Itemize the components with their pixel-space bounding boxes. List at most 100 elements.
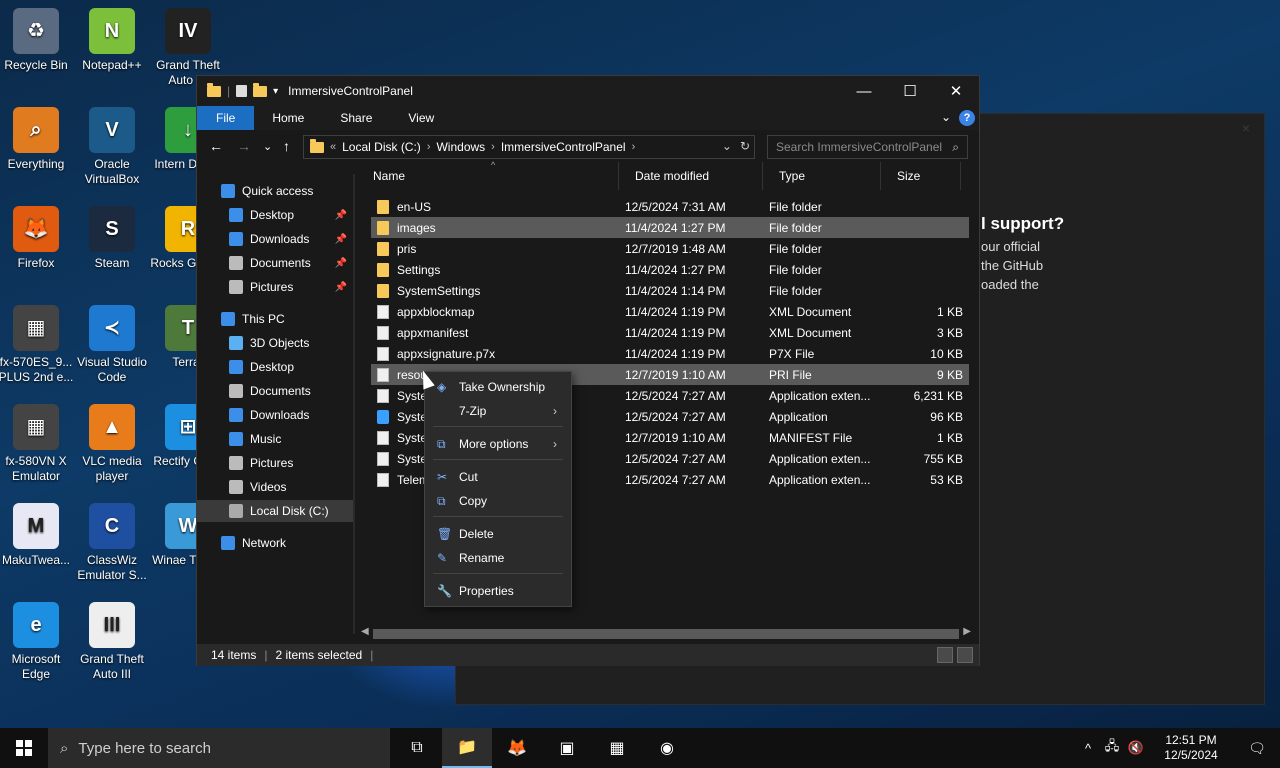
title-bar[interactable]: | ▾ ImmersiveControlPanel — ☐ ✕ [197, 76, 979, 106]
desktop-icon-vlc-media-player[interactable]: ▲ VLC media player [74, 400, 150, 484]
file-row[interactable]: appxblockmap 11/4/2024 1:19 PM XML Documen… [371, 301, 969, 322]
nav-item-pictures[interactable]: Pictures 📌 [197, 276, 353, 298]
horizontal-scrollbar[interactable]: ◀ ▶ [359, 626, 975, 642]
tab-share[interactable]: Share [322, 106, 390, 130]
nav-item-downloads[interactable]: Downloads [197, 404, 353, 426]
desktop-icon-everything[interactable]: ⌕ Everything [0, 103, 74, 172]
taskbar-classwiz-icon[interactable]: ▦ [592, 728, 642, 768]
pin-icon[interactable]: 📌 [335, 258, 347, 269]
menu-item-7-zip[interactable]: 7-Zip › [425, 400, 571, 422]
refresh-icon[interactable]: ↻ [740, 139, 750, 153]
desktop-icon-visual-studio-code[interactable]: ≺ Visual Studio Code [74, 301, 150, 385]
desktop-icon-grand-theft-auto-iii[interactable]: III Grand Theft Auto III [74, 598, 150, 682]
file-explorer-window[interactable]: | ▾ ImmersiveControlPanel — ☐ ✕ File Hom… [196, 75, 980, 666]
menu-item-cut[interactable]: ✂ Cut [425, 466, 571, 488]
pin-icon[interactable]: 📌 [335, 234, 347, 245]
quick-access-dropdown-icon[interactable]: ▾ [273, 86, 278, 97]
desktop-icon-microsoft-edge[interactable]: e Microsoft Edge [0, 598, 74, 682]
file-row[interactable]: appxmanifest 11/4/2024 1:19 PM XML Documen… [371, 322, 969, 343]
details-view-button[interactable] [937, 647, 953, 663]
properties-check-icon[interactable] [236, 85, 248, 97]
column-header-size[interactable]: Size [881, 162, 961, 190]
taskbar-task-view-icon[interactable]: ⧉ [392, 728, 442, 768]
minimize-button[interactable]: — [841, 76, 887, 106]
taskbar-search-box[interactable]: ⌕ Type here to search [48, 728, 390, 768]
recent-locations-button[interactable]: ⌄ [263, 140, 272, 153]
desktop-icon-fx-580vn-x-emulator[interactable]: ▦ fx-580VN X Emulator [0, 400, 74, 484]
menu-item-rename[interactable]: ✎ Rename [425, 547, 571, 569]
background-close-icon[interactable]: × [1242, 120, 1250, 136]
forward-button[interactable]: → [237, 138, 251, 154]
desktop-icon-recycle-bin[interactable]: ♻ Recycle Bin [0, 4, 74, 73]
nav-item-this-pc[interactable]: This PC [197, 308, 353, 330]
taskbar-file-explorer-icon[interactable]: 📁 [442, 728, 492, 768]
nav-item-3d-objects[interactable]: 3D Objects [197, 332, 353, 354]
show-hidden-icons-icon[interactable]: ^ [1076, 741, 1100, 756]
desktop-icon-steam[interactable]: S Steam [74, 202, 150, 271]
column-header-type[interactable]: Type [763, 162, 881, 190]
nav-item-documents[interactable]: Documents [197, 380, 353, 402]
nav-item-desktop[interactable]: Desktop [197, 356, 353, 378]
file-row[interactable]: Settings 11/4/2024 1:27 PM File folder [371, 259, 969, 280]
file-row[interactable]: SystemSettings 11/4/2024 1:14 PM File fold… [371, 280, 969, 301]
breadcrumb-immersivecontrolpanel[interactable]: ImmersiveControlPanel [501, 140, 626, 154]
desktop-icon-oracle-virtualbox[interactable]: V Oracle VirtualBox [74, 103, 150, 187]
desktop-icon-classwiz-emulator-s[interactable]: C ClassWiz Emulator S... [74, 499, 150, 583]
new-folder-icon[interactable] [253, 82, 268, 97]
notifications-icon[interactable]: 🗨 [1234, 740, 1280, 757]
menu-item-delete[interactable]: 🗑 Delete [425, 523, 571, 545]
back-button[interactable]: ← [209, 138, 223, 154]
column-header-date[interactable]: Date modified [619, 162, 763, 190]
breadcrumb-windows[interactable]: Windows [436, 140, 485, 154]
column-header-name[interactable]: Name [357, 162, 619, 190]
tab-home[interactable]: Home [254, 106, 322, 130]
file-row[interactable]: appxsignature.p7x 11/4/2024 1:19 PM P7X Fi… [371, 343, 969, 364]
menu-item-copy[interactable]: ⧉ Copy [425, 490, 571, 512]
ribbon-expand-icon[interactable]: ⌄ [941, 110, 951, 124]
address-bar[interactable]: « Local Disk (C:) › Windows › ImmersiveC… [303, 135, 755, 159]
breadcrumb-separator-icon[interactable]: › [632, 141, 636, 153]
breadcrumb-overflow[interactable]: « [330, 141, 336, 153]
volume-muted-icon[interactable]: 🔇 [1124, 740, 1148, 756]
nav-item-network[interactable]: Network [197, 532, 353, 554]
tab-view[interactable]: View [390, 106, 452, 130]
desktop-icon-notepad[interactable]: N Notepad++ [74, 4, 150, 73]
taskbar-winaero-icon[interactable]: ◉ [642, 728, 692, 768]
tab-file[interactable]: File [197, 106, 255, 130]
nav-item-local-disk-c[interactable]: Local Disk (C:) [197, 500, 353, 522]
scroll-right-icon[interactable]: ▶ [963, 626, 971, 637]
file-row[interactable]: en-US 12/5/2024 7:31 AM File folder [371, 196, 969, 217]
breadcrumb-separator-icon[interactable]: › [491, 141, 495, 153]
file-row[interactable]: images 11/4/2024 1:27 PM File folder [371, 217, 969, 238]
menu-item-take-ownership[interactable]: ◈ Take Ownership [425, 376, 571, 398]
help-icon[interactable]: ? [959, 110, 975, 126]
up-button[interactable]: ↑ [283, 138, 290, 154]
nav-item-quick-access[interactable]: Quick access [197, 180, 353, 202]
search-input[interactable]: Search ImmersiveControlPanel ⌕ [767, 135, 968, 159]
scrollbar-thumb[interactable] [373, 629, 959, 639]
nav-item-desktop[interactable]: Desktop 📌 [197, 204, 353, 226]
taskbar-firefox-icon[interactable]: 🦊 [492, 728, 542, 768]
file-row[interactable]: pris 12/7/2019 1:48 AM File folder [371, 238, 969, 259]
taskbar-archive-icon[interactable]: ▣ [542, 728, 592, 768]
address-dropdown-icon[interactable]: ⌄ [722, 139, 732, 153]
menu-item-properties[interactable]: 🔧 Properties [425, 580, 571, 602]
menu-item-more-options[interactable]: ⧉ More options › [425, 433, 571, 455]
start-button[interactable] [0, 728, 48, 768]
nav-item-music[interactable]: Music [197, 428, 353, 450]
nav-item-downloads[interactable]: Downloads 📌 [197, 228, 353, 250]
close-button[interactable]: ✕ [933, 76, 979, 106]
breadcrumb-separator-icon[interactable]: › [427, 141, 431, 153]
nav-item-videos[interactable]: Videos [197, 476, 353, 498]
desktop-icon-firefox[interactable]: 🦊 Firefox [0, 202, 74, 271]
large-icons-view-button[interactable] [957, 647, 973, 663]
clock[interactable]: 12:51 PM 12/5/2024 [1148, 733, 1234, 763]
scroll-left-icon[interactable]: ◀ [361, 626, 369, 637]
nav-item-pictures[interactable]: Pictures [197, 452, 353, 474]
nav-item-documents[interactable]: Documents 📌 [197, 252, 353, 274]
desktop-icon-makutwea[interactable]: M MakuTwea... [0, 499, 74, 568]
maximize-button[interactable]: ☐ [887, 76, 933, 106]
pin-icon[interactable]: 📌 [335, 210, 347, 221]
desktop-icon-fx-570es-9-plus-2nd-e[interactable]: ▦ fx-570ES_9... PLUS 2nd e... [0, 301, 74, 385]
network-icon[interactable]: 🖧 [1100, 737, 1124, 759]
